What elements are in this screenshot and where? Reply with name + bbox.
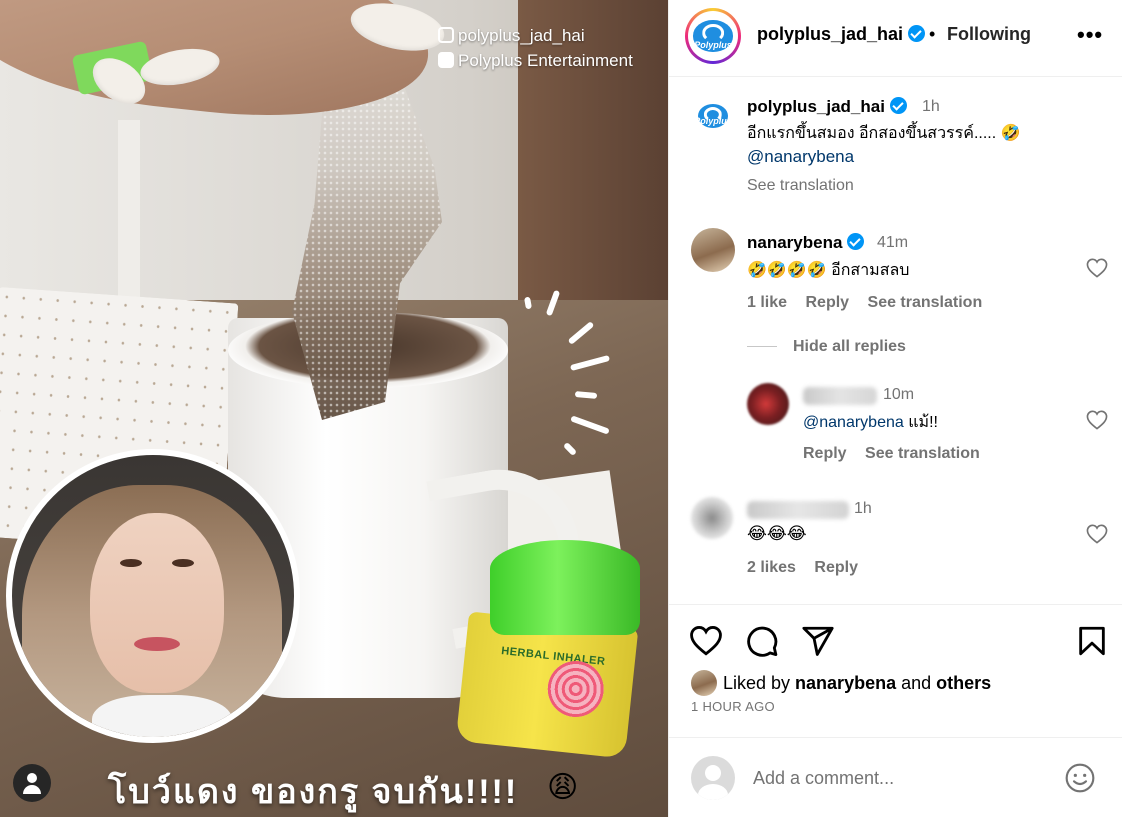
current-user-avatar [691, 756, 735, 800]
commenter-username-blurred[interactable] [747, 501, 849, 519]
post-header: Polyplus polyplus_jad_hai • Following ••… [669, 0, 1122, 77]
portrait-shirt [92, 695, 232, 737]
portrait-lips [134, 637, 180, 651]
comment-actions: 2 likes Reply [747, 559, 872, 577]
comment-mention-link[interactable]: @nanarybena [803, 414, 904, 431]
likes-summary: Liked by nanarybena and others [691, 670, 991, 696]
commenter-avatar-blurred[interactable] [691, 497, 733, 539]
like-comment-heart-icon[interactable] [1086, 410, 1108, 430]
hide-replies-toggle[interactable]: Hide all replies [747, 338, 906, 356]
emoji-picker-icon[interactable] [1064, 762, 1096, 794]
section-divider [669, 604, 1122, 605]
verified-badge-icon [908, 25, 926, 42]
comment-text: 🤣🤣🤣🤣 อีกสามสลบ [747, 262, 910, 279]
save-bookmark-icon[interactable] [1075, 624, 1109, 658]
verified-badge-icon [847, 233, 865, 250]
portrait-face [90, 513, 224, 693]
caption-text: อีกแรกขึ้นสมอง อีกสองขึ้นสวรรค์..... 🤣 [747, 125, 1021, 142]
comment-bubble-icon[interactable] [745, 624, 779, 658]
portrait-eye [172, 559, 194, 567]
tagged-users-button[interactable] [13, 764, 51, 802]
inhaler-cap [490, 540, 640, 635]
like-comment-heart-icon[interactable] [1086, 524, 1108, 544]
comment-actions: Reply See translation [803, 445, 994, 463]
overlay-caption: โบว์แดง ของกรู จบกัน!!!! [108, 773, 519, 811]
caption-mention-link[interactable]: @nanarybena [747, 147, 854, 167]
polyplus-logo: Polyplus [694, 103, 732, 129]
see-translation-link[interactable]: See translation [865, 445, 980, 462]
post-timestamp[interactable]: 1 HOUR AGO [691, 699, 775, 714]
watermark-instagram: polyplus_jad_hai [438, 26, 668, 46]
verified-badge-icon [889, 97, 907, 114]
following-button[interactable]: Following [947, 24, 1031, 45]
caption-username[interactable]: polyplus_jad_hai [747, 97, 907, 117]
like-heart-icon[interactable] [689, 624, 723, 658]
comment-text: 😂😂😂 [747, 524, 807, 543]
instagram-icon [438, 27, 454, 43]
see-translation-link[interactable]: See translation [747, 177, 854, 195]
caption-avatar[interactable]: Polyplus [691, 94, 735, 138]
commenter-avatar[interactable] [691, 228, 735, 272]
likes-others-link[interactable]: others [936, 673, 991, 693]
comment-actions: 1 like Reply See translation [747, 294, 996, 312]
comment-time[interactable]: 10m [883, 386, 914, 404]
author-avatar[interactable]: Polyplus [685, 8, 741, 64]
reply-button[interactable]: Reply [814, 559, 858, 576]
comment-like-count[interactable]: 2 likes [747, 559, 796, 576]
reply-button[interactable]: Reply [805, 294, 849, 311]
herbal-inhaler-jar: HERBAL INHALER [455, 540, 652, 759]
divider-line [747, 346, 777, 348]
comment-input[interactable] [753, 764, 1043, 792]
polyplus-logo: Polyplus [693, 20, 733, 52]
portrait-eye [120, 559, 142, 567]
see-translation-link[interactable]: See translation [868, 294, 983, 311]
comment-text: @nanarybena แม้!! [803, 414, 938, 431]
like-comment-heart-icon[interactable] [1086, 258, 1108, 278]
commenter-username[interactable]: nanarybena [747, 233, 865, 253]
comment-like-count[interactable]: 1 like [747, 294, 787, 311]
facebook-icon [438, 52, 454, 68]
separator-dot: • [929, 24, 936, 44]
add-comment-bar [669, 737, 1122, 817]
liker-username[interactable]: nanarybena [795, 673, 896, 693]
background-shelf [518, 0, 668, 330]
watermark-facebook: Polyplus Entertainment [438, 51, 668, 71]
post-sidebar: Polyplus polyplus_jad_hai • Following ••… [668, 0, 1122, 817]
share-paper-plane-icon[interactable] [801, 624, 835, 658]
background-wall-strip [118, 120, 140, 320]
comment-time[interactable]: 41m [877, 234, 908, 252]
commenter-username-blurred[interactable] [803, 387, 877, 405]
post-action-bar [669, 620, 1122, 662]
user-icon [27, 773, 37, 783]
inset-portrait [6, 449, 300, 743]
comment-time[interactable]: 1h [854, 500, 872, 518]
caption-time[interactable]: 1h [922, 98, 940, 116]
liker-avatar[interactable] [691, 670, 717, 696]
swirl-logo [544, 658, 607, 720]
overlay-emoji: 😩 [547, 771, 579, 804]
commenter-avatar-blurred[interactable] [747, 383, 789, 425]
author-username[interactable]: polyplus_jad_hai [757, 24, 926, 45]
post-media[interactable]: HERBAL INHALER polyplus_jad_hai Polyplus… [0, 0, 668, 817]
more-options-icon[interactable]: ••• [1077, 22, 1103, 48]
reply-button[interactable]: Reply [803, 445, 847, 462]
